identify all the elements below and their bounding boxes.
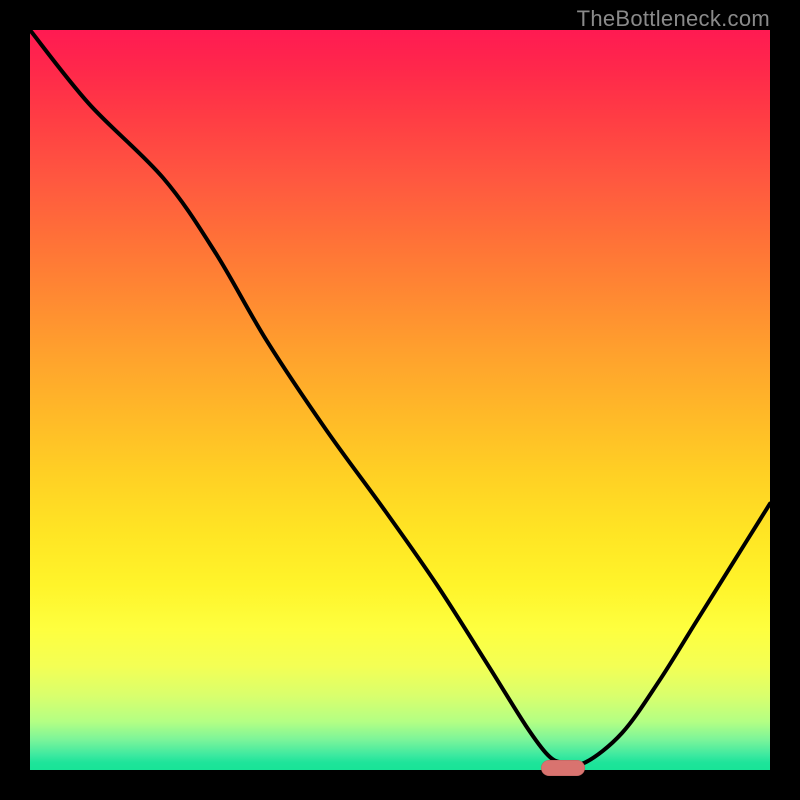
bottleneck-curve xyxy=(30,30,770,770)
optimal-marker xyxy=(541,760,585,776)
curve-path xyxy=(30,30,770,765)
watermark-text: TheBottleneck.com xyxy=(577,6,770,32)
chart-frame: TheBottleneck.com xyxy=(0,0,800,800)
